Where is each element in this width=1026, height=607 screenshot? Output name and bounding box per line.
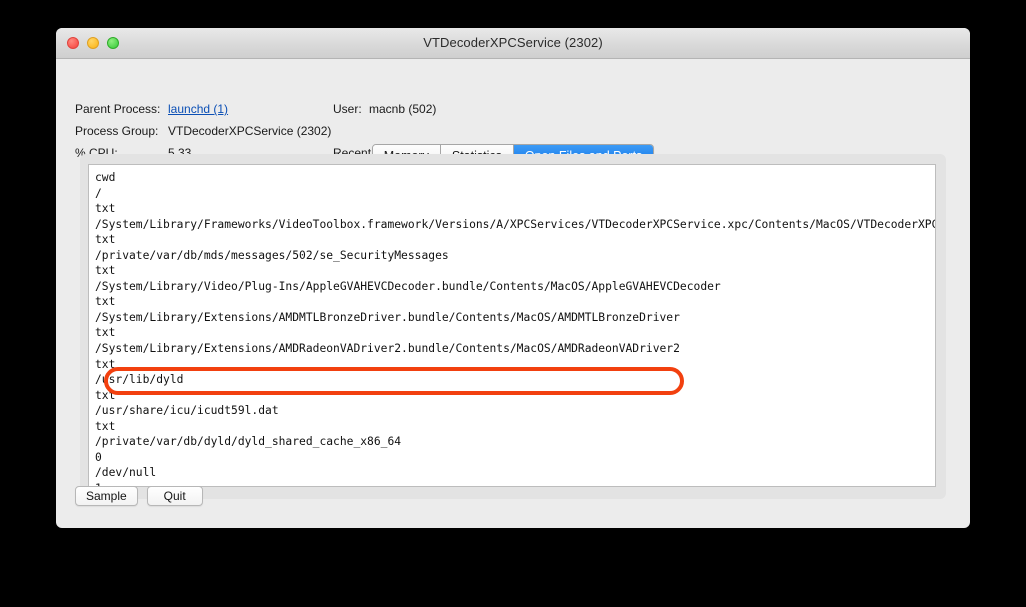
quit-button[interactable]: Quit <box>146 486 203 506</box>
parent-process-link[interactable]: launchd (1) <box>168 102 228 116</box>
process-inspector-window: VTDecoderXPCService (2302) Parent Proces… <box>56 28 970 528</box>
tab-panel: cwd / txt /System/Library/Frameworks/Vid… <box>80 154 946 499</box>
open-files-text: cwd / txt /System/Library/Frameworks/Vid… <box>95 171 936 486</box>
button-row: Sample Quit <box>75 486 203 506</box>
process-info-block: Parent Process: launchd (1) User: macnb … <box>56 59 970 160</box>
open-files-textarea[interactable]: cwd / txt /System/Library/Frameworks/Vid… <box>88 164 936 487</box>
window-title: VTDecoderXPCService (2302) <box>423 35 603 50</box>
parent-process-label: Parent Process: <box>75 102 161 116</box>
process-group-label: Process Group: <box>75 124 159 138</box>
user-value: macnb (502) <box>369 102 437 116</box>
process-group-value: VTDecoderXPCService (2302) <box>168 124 332 138</box>
user-label: User: <box>333 102 362 116</box>
window-titlebar[interactable]: VTDecoderXPCService (2302) <box>56 28 970 59</box>
sample-button[interactable]: Sample <box>75 486 138 506</box>
